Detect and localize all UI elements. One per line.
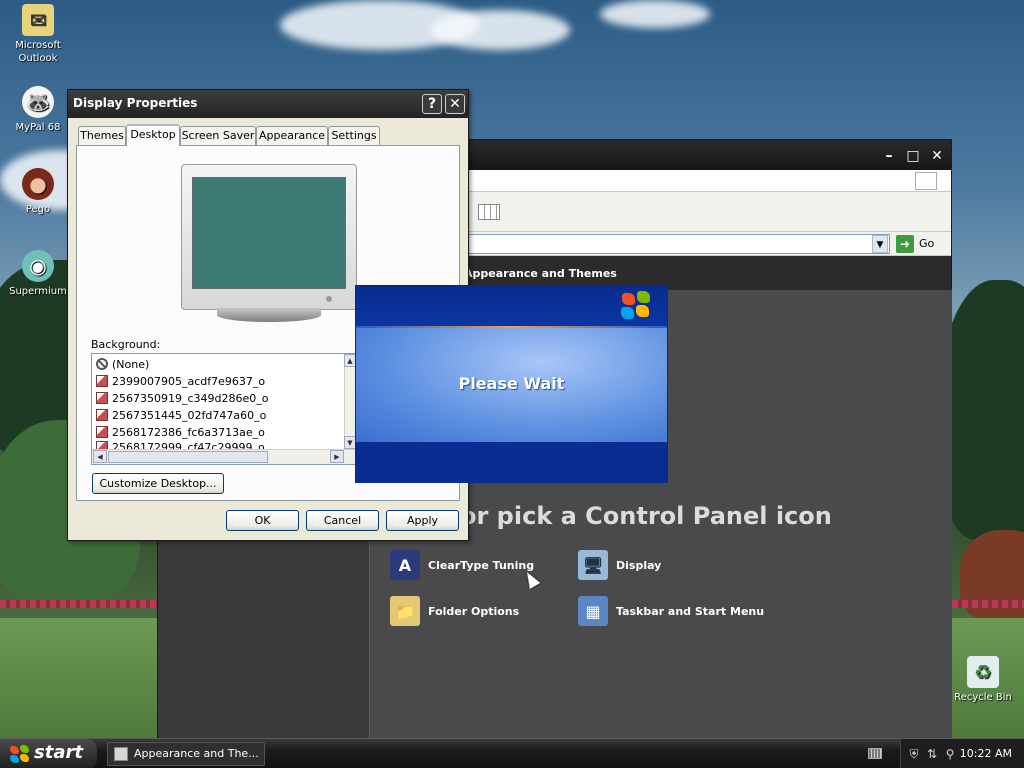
background-label: Background: bbox=[91, 338, 161, 351]
ok-button[interactable]: OK bbox=[226, 510, 299, 531]
cp-item-label: ClearType Tuning bbox=[428, 558, 535, 572]
display-link[interactable]: 🖥 Display bbox=[578, 550, 661, 580]
windows-logo-icon bbox=[10, 745, 30, 763]
desktop-icon-label: Supermium bbox=[9, 286, 67, 297]
pego-icon: ● bbox=[22, 168, 54, 200]
system-tray: ⛨ ⇅ ⚲ 10:22 AM bbox=[900, 739, 1024, 768]
list-item[interactable]: 2568172999_cf47c29999_o bbox=[96, 441, 265, 449]
shield-icon[interactable]: ⛨ bbox=[907, 747, 921, 761]
go-button[interactable]: Go bbox=[919, 237, 934, 250]
image-file-icon bbox=[96, 409, 108, 421]
close-button[interactable]: ✕ bbox=[928, 148, 946, 164]
display-icon: 🖥 bbox=[578, 550, 608, 580]
start-label: start bbox=[34, 742, 83, 763]
desktop-icon-label: Recycle Bin bbox=[954, 692, 1012, 703]
recycle-bin-icon: ♻ bbox=[967, 656, 999, 688]
apply-button[interactable]: Apply bbox=[386, 510, 459, 531]
list-item[interactable]: 2567350919_c349d286e0_o bbox=[96, 390, 269, 406]
please-wait-message: Please Wait bbox=[458, 374, 565, 393]
category-title: Appearance and Themes bbox=[464, 267, 617, 280]
monitor-preview bbox=[181, 164, 357, 310]
desktop-icon-label: Pego bbox=[25, 204, 51, 215]
supermium-icon: ◉ bbox=[22, 250, 54, 282]
image-file-icon bbox=[96, 441, 108, 449]
tab-screen-saver[interactable]: Screen Saver bbox=[180, 126, 256, 145]
taskbar-icon: ▦ bbox=[578, 596, 608, 626]
keyboard-icon[interactable] bbox=[868, 748, 882, 759]
tab-appearance[interactable]: Appearance bbox=[256, 126, 328, 145]
cp-item-label: Taskbar and Start Menu bbox=[616, 604, 765, 618]
image-file-icon bbox=[96, 375, 108, 387]
desktop-icon-pego[interactable]: ● Pego bbox=[2, 168, 74, 216]
customize-desktop-button[interactable]: Customize Desktop... bbox=[92, 473, 224, 494]
please-wait-dialog: Please Wait bbox=[355, 285, 668, 483]
cleartype-icon: A bbox=[390, 550, 420, 580]
list-item-label: 2567350919_c349d286e0_o bbox=[112, 391, 269, 405]
clock[interactable]: 10:22 AM bbox=[960, 747, 1012, 760]
tab-settings[interactable]: Settings bbox=[328, 126, 380, 145]
list-item[interactable]: 2568172386_fc6a3713ae_o bbox=[96, 424, 265, 440]
help-button[interactable]: ? bbox=[422, 94, 442, 114]
list-item-label: 2567351445_02fd747a60_o bbox=[112, 408, 267, 422]
list-item[interactable]: 2567351445_02fd747a60_o bbox=[96, 407, 266, 423]
desktop-icon-supermium[interactable]: ◉ Supermium bbox=[2, 250, 74, 298]
scroll-right-icon[interactable]: ▶ bbox=[330, 450, 344, 463]
maximize-button[interactable]: □ bbox=[904, 148, 922, 164]
network-icon[interactable]: ⇅ bbox=[925, 747, 939, 761]
cancel-button[interactable]: Cancel bbox=[306, 510, 379, 531]
taskbar-start-menu-link[interactable]: ▦ Taskbar and Start Menu bbox=[578, 596, 764, 626]
close-button[interactable]: ✕ bbox=[445, 94, 465, 114]
none-icon bbox=[96, 358, 108, 370]
mypal-icon: 🦝 bbox=[22, 86, 54, 118]
background-list[interactable]: (None) 2399007905_acdf7e9637_o 256735091… bbox=[91, 353, 357, 465]
start-button[interactable]: start bbox=[0, 739, 97, 768]
monitor-stand bbox=[217, 308, 321, 322]
windows-logo-icon bbox=[915, 172, 937, 190]
go-arrow-icon[interactable]: ➜ bbox=[896, 235, 914, 253]
power-led-icon bbox=[326, 296, 332, 302]
desktop-icon-recycle-bin[interactable]: ♻ Recycle Bin bbox=[948, 656, 1018, 704]
taskbar-item-label: Appearance and The... bbox=[134, 747, 259, 760]
cp-item-label: Display bbox=[616, 558, 662, 572]
taskbar-item-appearance[interactable]: Appearance and The... bbox=[107, 742, 265, 766]
outlook-icon: ✉ bbox=[22, 4, 54, 36]
list-item[interactable]: (None) bbox=[96, 356, 149, 372]
cleartype-tuning-link[interactable]: A ClearType Tuning bbox=[390, 550, 534, 580]
desktop-icon-mypal[interactable]: 🦝 MyPal 68 bbox=[2, 86, 74, 134]
cp-item-label: Folder Options bbox=[428, 604, 520, 618]
list-item-label: 2399007905_acdf7e9637_o bbox=[112, 374, 266, 388]
dialog-title: Display Properties bbox=[73, 96, 198, 110]
horizontal-scrollbar[interactable]: ◀ ▶ bbox=[92, 449, 356, 464]
list-item-label: (None) bbox=[112, 357, 150, 371]
scroll-left-icon[interactable]: ◀ bbox=[93, 450, 107, 463]
image-file-icon bbox=[96, 426, 108, 438]
image-file-icon bbox=[96, 392, 108, 404]
folder-options-link[interactable]: 📁 Folder Options bbox=[390, 596, 519, 626]
desktop-preview-screen bbox=[192, 177, 346, 289]
views-icon[interactable] bbox=[478, 204, 500, 220]
chevron-down-icon[interactable]: ▼ bbox=[872, 235, 888, 253]
taskbar: start Appearance and The... ⛨ ⇅ ⚲ 10:22 … bbox=[0, 738, 1024, 768]
scroll-thumb[interactable] bbox=[108, 451, 268, 463]
splash-footer bbox=[356, 442, 667, 483]
windows-logo-icon bbox=[621, 291, 653, 321]
search-icon[interactable]: ⚲ bbox=[943, 747, 957, 761]
minimize-button[interactable]: – bbox=[880, 148, 898, 164]
folder-options-icon: 📁 bbox=[390, 596, 420, 626]
tab-desktop[interactable]: Desktop bbox=[126, 124, 180, 146]
control-panel-icon bbox=[114, 747, 128, 761]
list-item-label: 2568172999_cf47c29999_o bbox=[112, 441, 265, 449]
desktop-icon-label: Microsoft Outlook bbox=[15, 40, 61, 64]
list-item[interactable]: 2399007905_acdf7e9637_o bbox=[96, 373, 265, 389]
desktop-icon-outlook[interactable]: ✉ Microsoft Outlook bbox=[2, 4, 74, 65]
list-item-label: 2568172386_fc6a3713ae_o bbox=[112, 425, 265, 439]
pick-icon-heading: or pick a Control Panel icon bbox=[460, 502, 832, 530]
splash-header bbox=[356, 286, 667, 326]
tab-themes[interactable]: Themes bbox=[78, 126, 126, 145]
dialog-title-bar[interactable]: Display Properties ? ✕ bbox=[68, 90, 468, 118]
desktop-icon-label: MyPal 68 bbox=[15, 122, 61, 133]
